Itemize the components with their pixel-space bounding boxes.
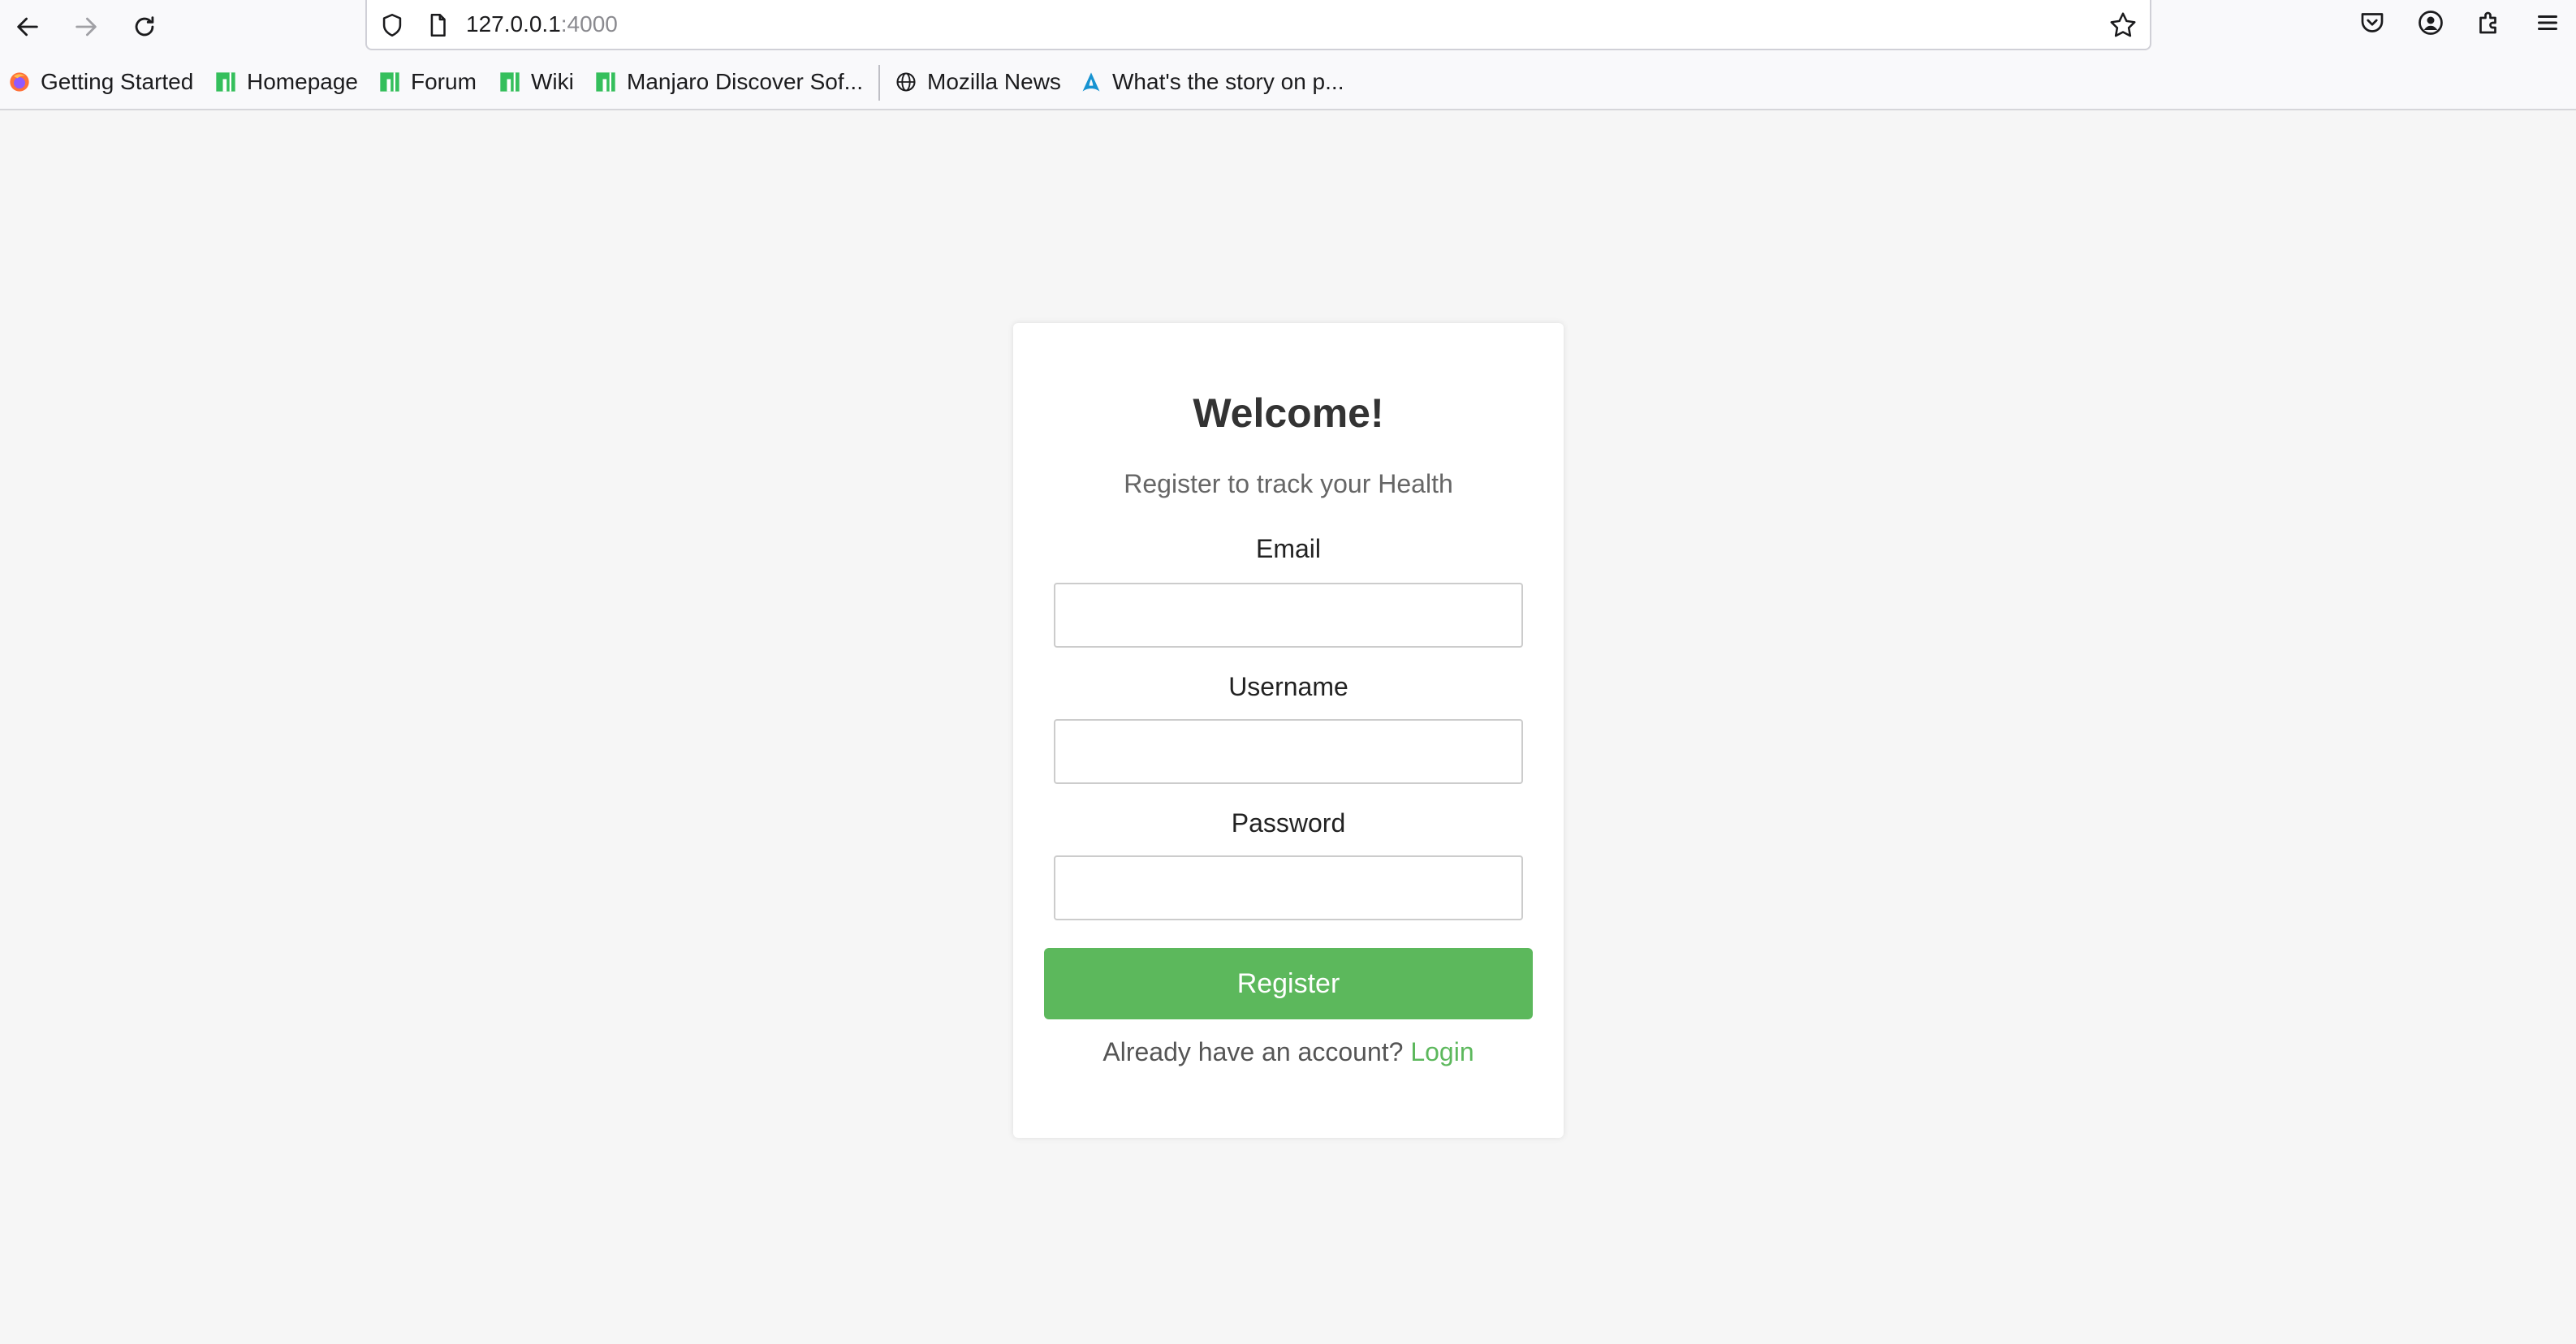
bookmark-label: Getting Started [41,69,194,94]
hamburger-menu-icon [2538,15,2557,30]
password-label: Password [1231,808,1346,838]
bookmark-label: Homepage [247,69,358,94]
page-title: Welcome! [1193,390,1384,436]
url-port: :4000 [560,11,618,37]
username-field[interactable] [1054,719,1523,784]
bookmark-forum[interactable]: Forum [378,68,477,96]
bookmark-label: Manjaro Discover Sof... [627,69,863,94]
bookmark-mozilla-news[interactable]: Mozilla News [895,68,1061,96]
arch-icon [1082,72,1100,92]
register-card: Welcome! Register to track your Health E… [1013,323,1564,1138]
puzzle-icon [2479,11,2496,34]
email-label: Email [1255,534,1321,563]
forward-button[interactable] [63,6,109,47]
url-bar[interactable]: 127.0.0.1:4000 [365,0,2151,50]
manjaro-icon [500,72,520,92]
back-arrow-icon [17,17,38,37]
reload-icon [135,16,154,37]
firefox-icon [10,72,29,92]
bookmark-getting-started[interactable]: Getting Started [8,68,193,96]
bookmark-homepage[interactable]: Homepage [214,68,358,96]
login-link[interactable]: Login [1410,1037,1474,1066]
pocket-icon [2361,13,2384,32]
bookmark-label: Mozilla News [927,69,1061,94]
bookmark-manjaro-discover[interactable]: Manjaro Discover Sof... [594,68,863,96]
bookmark-star-icon[interactable] [2108,10,2138,41]
bookmark-label: Wiki [531,69,574,94]
pocket-button[interactable] [2358,8,2387,41]
url-host: 127.0.0.1 [466,11,561,37]
bookmark-label: Forum [411,69,477,94]
shield-icon[interactable] [378,11,406,39]
bookmarks-toolbar: Getting Started Homepage Forum Wiki Manj… [0,54,2576,110]
back-button[interactable] [5,6,50,47]
reload-button[interactable] [122,6,167,47]
extensions-button[interactable] [2475,8,2504,41]
manjaro-icon [216,72,235,92]
account-icon [2419,11,2443,35]
browser-toolbar: 127.0.0.1:4000 [0,0,2576,54]
url-text[interactable]: 127.0.0.1:4000 [466,11,618,37]
menu-button[interactable] [2533,8,2562,41]
manjaro-icon [596,72,615,92]
bookmark-label: What's the story on p... [1112,69,1344,94]
login-prompt: Already have an account? Login [1013,1037,1564,1067]
email-field[interactable] [1054,583,1523,648]
page-icon[interactable] [424,11,451,39]
globe-icon [896,72,916,92]
manjaro-icon [380,72,399,92]
account-button[interactable] [2416,8,2445,41]
username-label: Username [1228,672,1348,701]
login-prompt-text: Already have an account? [1102,1037,1411,1066]
page-subtitle: Register to track your Health [1124,469,1453,498]
register-button[interactable]: Register [1044,948,1533,1019]
password-field[interactable] [1054,855,1523,920]
bookmark-wiki[interactable]: Wiki [498,68,574,96]
bookmark-whats-the-story[interactable]: What's the story on p... [1080,68,1344,96]
forward-arrow-icon [76,17,97,37]
bookmarks-separator [878,65,880,101]
